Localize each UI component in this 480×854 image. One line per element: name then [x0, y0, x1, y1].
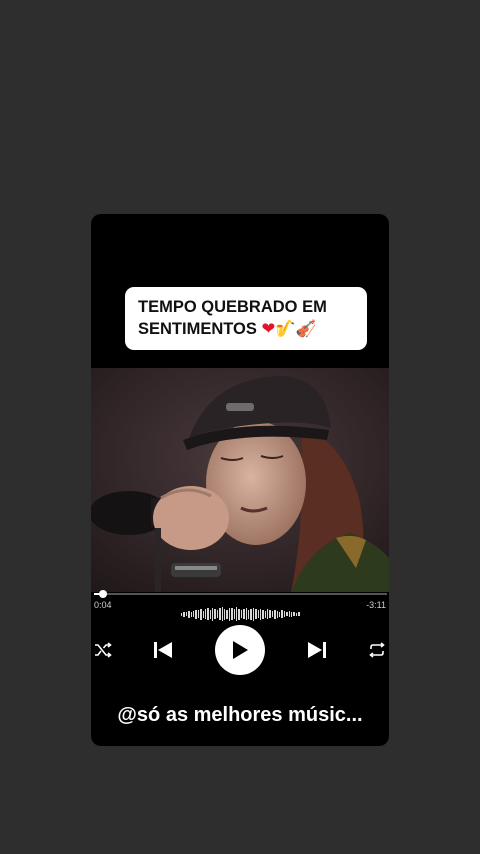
caption-line-2-text: SENTIMENTOS: [138, 320, 257, 338]
waveform-bar: [238, 608, 240, 620]
singer-video-still: [91, 368, 389, 592]
music-post-card: TEMPO QUEBRADO EM SENTIMENTOS ❤🎷🎻 0:04 -…: [91, 214, 389, 746]
waveform-bar: [276, 610, 279, 618]
waveform-bar: [221, 607, 224, 621]
waveform-bar: [274, 609, 276, 619]
waveform-bar: [283, 611, 286, 617]
play-button[interactable]: [215, 625, 265, 675]
waveform-bar: [298, 612, 300, 616]
waveform-bar: [233, 609, 235, 619]
waveform-bar: [240, 610, 243, 618]
waveform-bar: [224, 608, 226, 620]
waveform-bar: [181, 612, 183, 616]
waveform-bar: [279, 611, 281, 617]
waveform-bar: [252, 607, 255, 621]
audio-waveform: [181, 606, 301, 622]
waveform-bar: [226, 609, 228, 619]
violin-emoji-icon: 🎻: [295, 319, 317, 338]
repeat-icon: [369, 642, 385, 658]
waveform-bar: [214, 609, 216, 619]
waveform-bar: [185, 612, 188, 616]
next-track-button[interactable]: [305, 638, 329, 662]
waveform-bar: [250, 608, 252, 620]
waveform-bar: [183, 611, 185, 617]
waveform-bar: [209, 609, 212, 619]
waveform-bar: [264, 610, 267, 618]
waveform-bar: [245, 608, 247, 620]
waveform-bar: [204, 609, 207, 619]
waveform-bar: [192, 611, 195, 617]
player-controls: [91, 624, 389, 676]
progress-thumb[interactable]: [98, 590, 107, 598]
waveform-bar: [243, 609, 245, 619]
waveform-bar: [281, 610, 283, 618]
elapsed-time: 0:04: [94, 600, 112, 610]
play-icon: [233, 641, 248, 659]
waveform-bar: [286, 612, 288, 616]
waveform-bar: [269, 610, 271, 618]
skip-next-icon: [308, 642, 326, 658]
waveform-bar: [288, 611, 290, 617]
repeat-button[interactable]: [367, 640, 387, 660]
previous-track-button[interactable]: [151, 638, 175, 662]
waveform-bar: [195, 609, 197, 619]
video-frame[interactable]: [91, 368, 389, 592]
waveform-bar: [293, 612, 295, 616]
progress-bar[interactable]: [94, 590, 387, 598]
waveform-bar: [247, 609, 250, 619]
caption-line-2: SENTIMENTOS ❤🎷🎻: [138, 318, 357, 340]
shuffle-icon: [95, 642, 112, 658]
waveform-bar: [207, 608, 209, 620]
waveform-bar: [216, 610, 219, 618]
waveform-bar: [295, 612, 298, 616]
waveform-bar: [197, 610, 200, 618]
caption-line-1: TEMPO QUEBRADO EM: [138, 298, 327, 316]
waveform-bar: [202, 610, 204, 618]
waveform-bar: [188, 610, 190, 618]
caption-box: TEMPO QUEBRADO EM SENTIMENTOS ❤🎷🎻: [125, 287, 367, 350]
waveform-bar: [271, 611, 274, 617]
shuffle-button[interactable]: [93, 640, 113, 660]
heart-emoji-icon: ❤: [261, 319, 276, 338]
waveform-bar: [255, 609, 257, 619]
waveform-bar: [219, 608, 221, 620]
waveform-bar: [259, 608, 262, 620]
remaining-time: -3:11: [366, 600, 386, 610]
account-handle[interactable]: @só as melhores músic...: [91, 704, 389, 727]
waveform-bar: [267, 609, 269, 619]
waveform-bar: [235, 607, 238, 621]
waveform-bar: [190, 611, 192, 617]
waveform-bar: [228, 607, 231, 621]
waveform-bar: [212, 607, 214, 621]
saxophone-emoji-icon: 🎷: [275, 319, 296, 338]
waveform-bar: [262, 609, 264, 619]
skip-previous-icon: [154, 642, 172, 658]
waveform-bar: [257, 610, 259, 618]
waveform-bar: [231, 608, 233, 620]
waveform-bar: [200, 608, 202, 620]
waveform-bar: [290, 611, 293, 617]
